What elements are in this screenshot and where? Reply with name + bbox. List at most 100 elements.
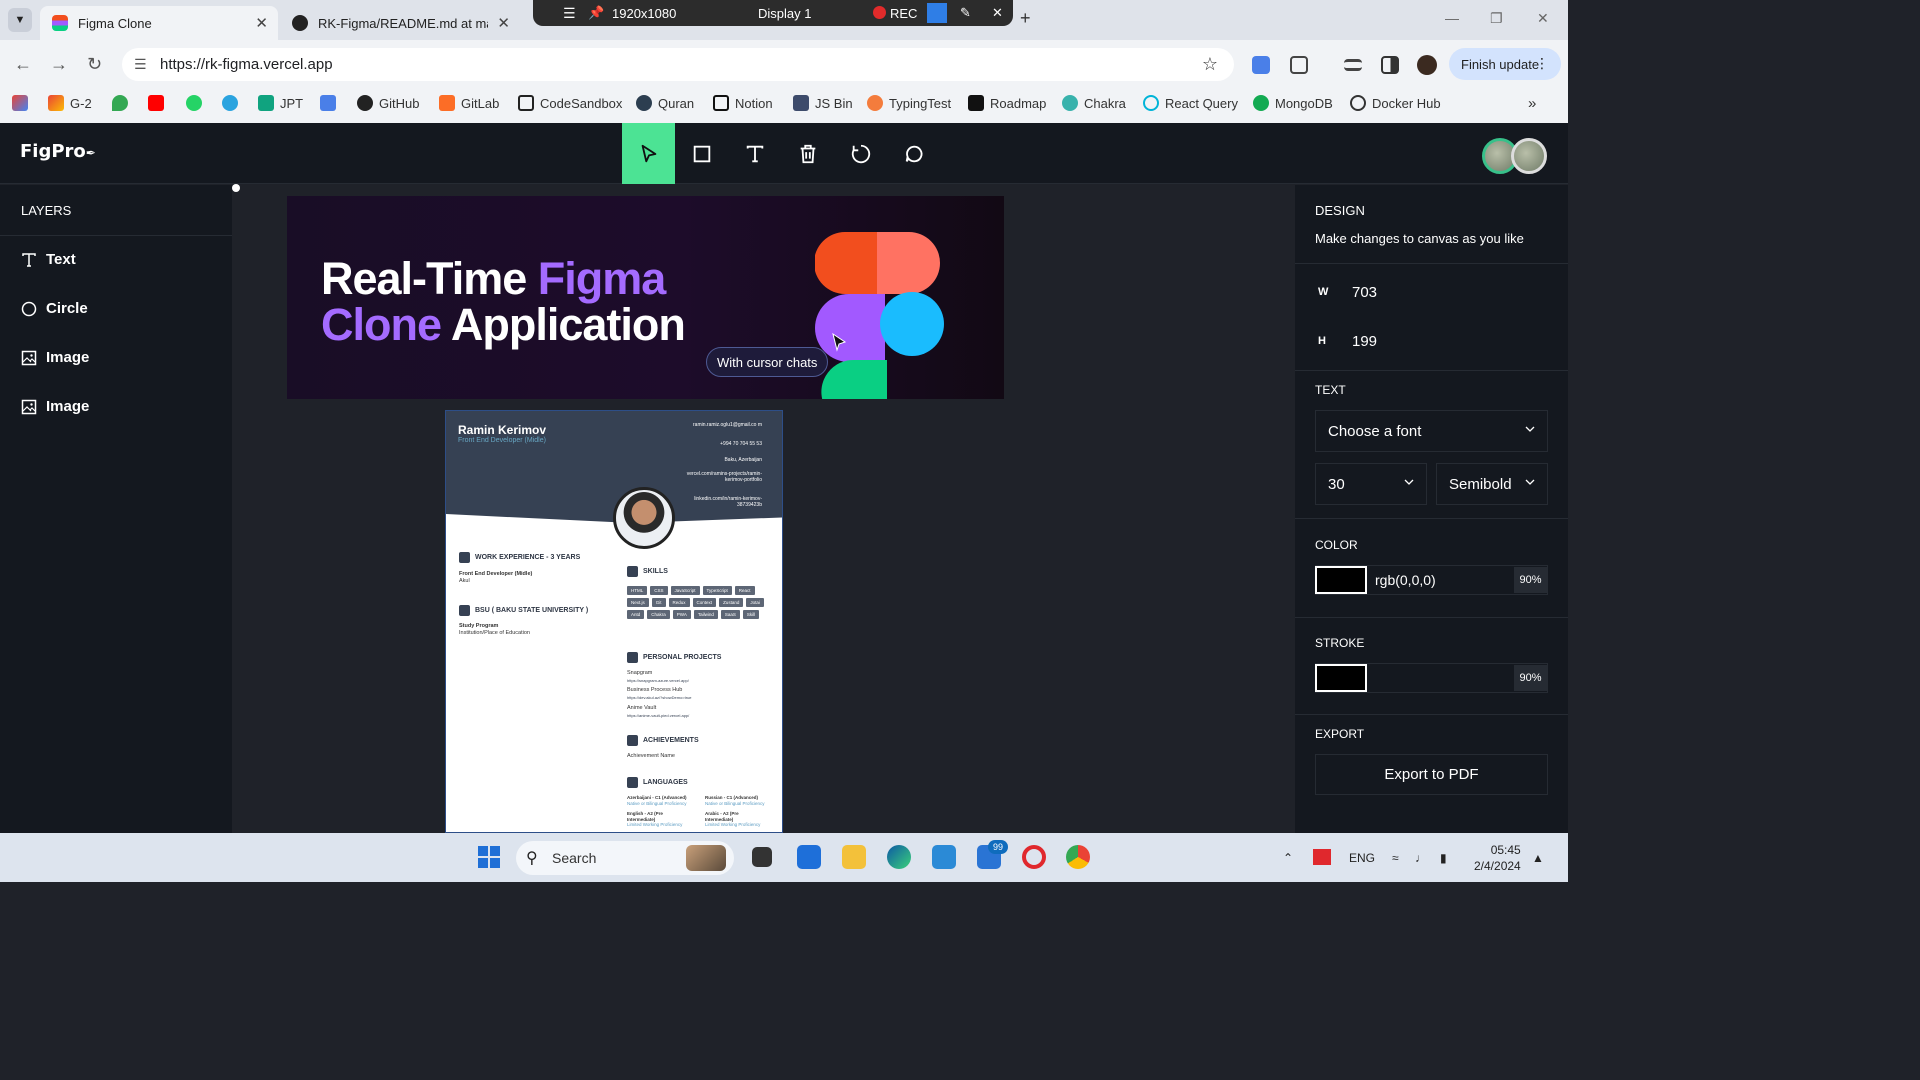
maximize-icon[interactable]: ❐ xyxy=(1490,10,1503,27)
resume-photo xyxy=(613,487,675,549)
bookmark-mongodb[interactable]: MongoDB xyxy=(1253,95,1333,111)
layer-item-text[interactable]: Text xyxy=(21,251,76,268)
font-weight-select[interactable]: Semibold xyxy=(1436,463,1548,505)
width-input[interactable]: 703 xyxy=(1352,284,1377,301)
vscode-icon[interactable] xyxy=(932,845,956,869)
language-indicator[interactable]: ENG xyxy=(1349,851,1375,865)
rec-label[interactable]: REC xyxy=(890,6,917,21)
recorder-camera-icon[interactable] xyxy=(927,3,947,23)
more-menu-icon[interactable]: ⋮ xyxy=(1535,55,1549,72)
comment-tool[interactable] xyxy=(887,123,940,184)
extensions-icon[interactable] xyxy=(1290,56,1308,74)
maps-bookmark[interactable] xyxy=(112,95,134,111)
bookmark-react-query[interactable]: React Query xyxy=(1143,95,1238,111)
reset-tool[interactable] xyxy=(834,123,887,184)
bookmark-gitlab[interactable]: GitLab xyxy=(439,95,499,111)
task-view-icon[interactable] xyxy=(752,847,772,867)
profile-avatar-icon[interactable] xyxy=(1417,55,1437,75)
font-size-select[interactable]: 30 xyxy=(1315,463,1427,505)
recorder-close-icon[interactable]: ✕ xyxy=(992,5,1003,21)
stroke-opacity-input[interactable]: 90% xyxy=(1514,665,1547,691)
bookmark-chakra[interactable]: Chakra xyxy=(1062,95,1126,111)
canvas-resize-handle[interactable] xyxy=(232,184,240,192)
bookmark-jsbin[interactable]: JS Bin xyxy=(793,95,853,111)
bookmark-codesandbox[interactable]: CodeSandbox xyxy=(518,95,622,111)
resume-image[interactable]: Ramin Kerimov Front End Developer (Midle… xyxy=(445,410,783,833)
divider xyxy=(1295,714,1568,715)
chrome-icon[interactable] xyxy=(1066,845,1090,869)
layer-item-image[interactable]: Image xyxy=(21,349,89,366)
store-icon[interactable] xyxy=(797,845,821,869)
window-close-icon[interactable]: ✕ xyxy=(1537,10,1549,27)
banner-image[interactable]: Real-Time Figma Clone Application With c… xyxy=(287,196,1004,399)
user-avatar[interactable] xyxy=(1511,138,1547,174)
opera-icon[interactable] xyxy=(1022,845,1046,869)
bookmark-docker-hub[interactable]: Docker Hub xyxy=(1350,95,1441,111)
file-explorer-icon[interactable] xyxy=(842,845,866,869)
delete-tool[interactable] xyxy=(781,123,834,184)
height-input[interactable]: 199 xyxy=(1352,333,1377,350)
gmail-bookmark[interactable] xyxy=(12,95,34,111)
whatsapp-bookmark[interactable] xyxy=(186,95,208,111)
bookmark-quran[interactable]: Quran xyxy=(636,95,694,111)
fill-opacity-input[interactable]: 90% xyxy=(1514,567,1547,593)
layer-item-image[interactable]: Image xyxy=(21,398,89,415)
fill-color-swatch[interactable] xyxy=(1315,566,1367,594)
translate-extension-icon[interactable] xyxy=(1252,56,1270,74)
bookmark-notion[interactable]: Notion xyxy=(713,95,773,111)
bookmark-g2[interactable]: G-2 xyxy=(48,95,92,111)
url-field[interactable]: ☰ https://rk-figma.vercel.app ☆ xyxy=(122,48,1234,81)
close-tab-icon[interactable]: ✕ xyxy=(255,14,268,32)
edge-icon[interactable] xyxy=(887,845,911,869)
bookmark-typingtest[interactable]: TypingTest xyxy=(867,95,951,111)
battery-icon[interactable]: ▮ xyxy=(1440,851,1447,865)
bookmark-jpt[interactable]: JPT xyxy=(258,95,303,111)
side-panel-icon[interactable] xyxy=(1381,56,1399,74)
taskbar-search[interactable]: ⚲ Search xyxy=(516,841,734,875)
font-family-select[interactable]: Choose a font xyxy=(1315,410,1548,452)
bookmark-github[interactable]: GitHub xyxy=(357,95,419,111)
wifi-icon[interactable]: ≈ xyxy=(1392,851,1399,865)
resume-phone: +994 70 704 55 53 xyxy=(720,441,762,447)
close-tab-icon[interactable]: ✕ xyxy=(497,14,510,32)
site-settings-icon[interactable]: ☰ xyxy=(134,56,147,73)
windows-start-icon[interactable] xyxy=(478,846,500,868)
forward-icon[interactable]: → xyxy=(50,54,68,75)
bookmark-star-icon[interactable]: ☆ xyxy=(1202,54,1218,75)
back-icon[interactable]: ← xyxy=(14,54,32,75)
media-controls-icon[interactable] xyxy=(1344,59,1362,71)
rectangle-tool[interactable] xyxy=(675,123,728,184)
stroke-color-swatch[interactable] xyxy=(1315,664,1367,692)
recorder-tray-icon[interactable] xyxy=(1313,849,1331,865)
new-tab-icon[interactable]: + xyxy=(1020,8,1031,29)
pen-icon[interactable]: ✎ xyxy=(960,5,971,21)
translate-bookmark[interactable] xyxy=(320,95,342,111)
telegram-bookmark[interactable] xyxy=(222,95,244,111)
pin-icon[interactable]: 📌 xyxy=(588,5,604,21)
telegram-icon xyxy=(222,95,238,111)
more-bookmarks-icon[interactable]: » xyxy=(1528,95,1536,112)
chevron-up-icon[interactable]: ⌃ xyxy=(1283,851,1293,865)
system-clock[interactable]: 05:45 2/4/2024 xyxy=(1474,842,1521,874)
skill-chip: Tailwind xyxy=(693,610,718,619)
skill-chip: Skill xyxy=(742,610,760,619)
export-pdf-button[interactable]: Export to PDF xyxy=(1315,754,1548,795)
fill-color-value[interactable]: rgb(0,0,0) xyxy=(1375,572,1436,588)
layer-item-circle[interactable]: Circle xyxy=(21,300,88,317)
notification-bell-icon[interactable]: ▲ xyxy=(1532,851,1544,865)
translate-icon xyxy=(320,95,336,111)
select-tool[interactable] xyxy=(622,123,675,184)
volume-icon[interactable]: ♩ xyxy=(1415,851,1427,865)
minimize-icon[interactable]: — xyxy=(1445,10,1459,26)
tab-figma-clone[interactable]: Figma Clone ✕ xyxy=(40,6,278,40)
tab-readme[interactable]: RK-Figma/README.md at main ✕ xyxy=(280,6,520,40)
menu-icon[interactable]: ☰ xyxy=(563,5,576,22)
record-dot-icon xyxy=(873,6,886,19)
cursor-icon xyxy=(641,144,656,162)
text-tool[interactable] xyxy=(728,123,781,184)
reload-icon[interactable]: ↻ xyxy=(87,54,102,75)
tab-search-button[interactable]: ▼ xyxy=(8,8,32,32)
finish-update-button[interactable]: Finish update ⋮ xyxy=(1449,48,1561,80)
bookmark-roadmap[interactable]: Roadmap xyxy=(968,95,1046,111)
youtube-bookmark[interactable] xyxy=(148,95,170,111)
